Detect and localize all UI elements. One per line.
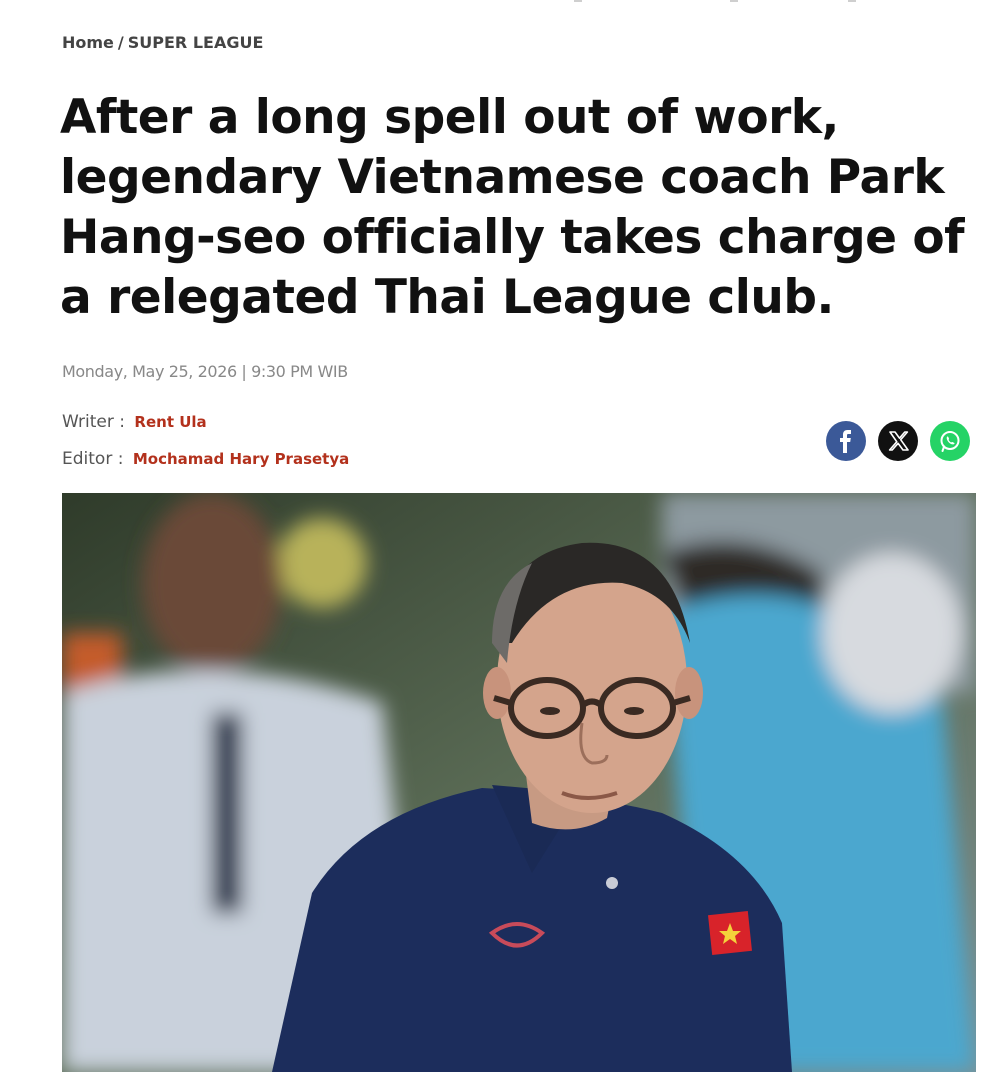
x-icon xyxy=(888,431,909,451)
share-x-button[interactable] xyxy=(878,421,918,461)
editor-label: Editor : xyxy=(62,449,124,469)
breadcrumb: Home / SUPER LEAGUE xyxy=(62,33,263,52)
article-dateline: Monday, May 25, 2026 | 9:30 PM WIB xyxy=(62,362,348,381)
editor-credit: Editor : Mochamad Hary Prasetya xyxy=(62,449,349,469)
breadcrumb-home-link[interactable]: Home xyxy=(62,33,114,52)
whatsapp-icon xyxy=(940,431,960,452)
writer-credit: Writer : Rent Ula xyxy=(62,412,207,432)
article-headline: After a long spell out of work, legendar… xyxy=(60,90,965,325)
editor-name-link[interactable]: Mochamad Hary Prasetya xyxy=(133,450,349,468)
facebook-icon xyxy=(840,430,851,453)
writer-label: Writer : xyxy=(62,412,126,432)
share-facebook-button[interactable] xyxy=(826,421,866,461)
writer-name-link[interactable]: Rent Ula xyxy=(134,413,206,431)
coach-photo-illustration xyxy=(62,493,976,1072)
hero-photo xyxy=(62,493,976,1072)
share-buttons xyxy=(826,421,970,461)
share-whatsapp-button[interactable] xyxy=(930,421,970,461)
top-strip xyxy=(0,0,1000,6)
breadcrumb-separator: / xyxy=(117,33,124,52)
breadcrumb-section-link[interactable]: SUPER LEAGUE xyxy=(128,33,264,52)
